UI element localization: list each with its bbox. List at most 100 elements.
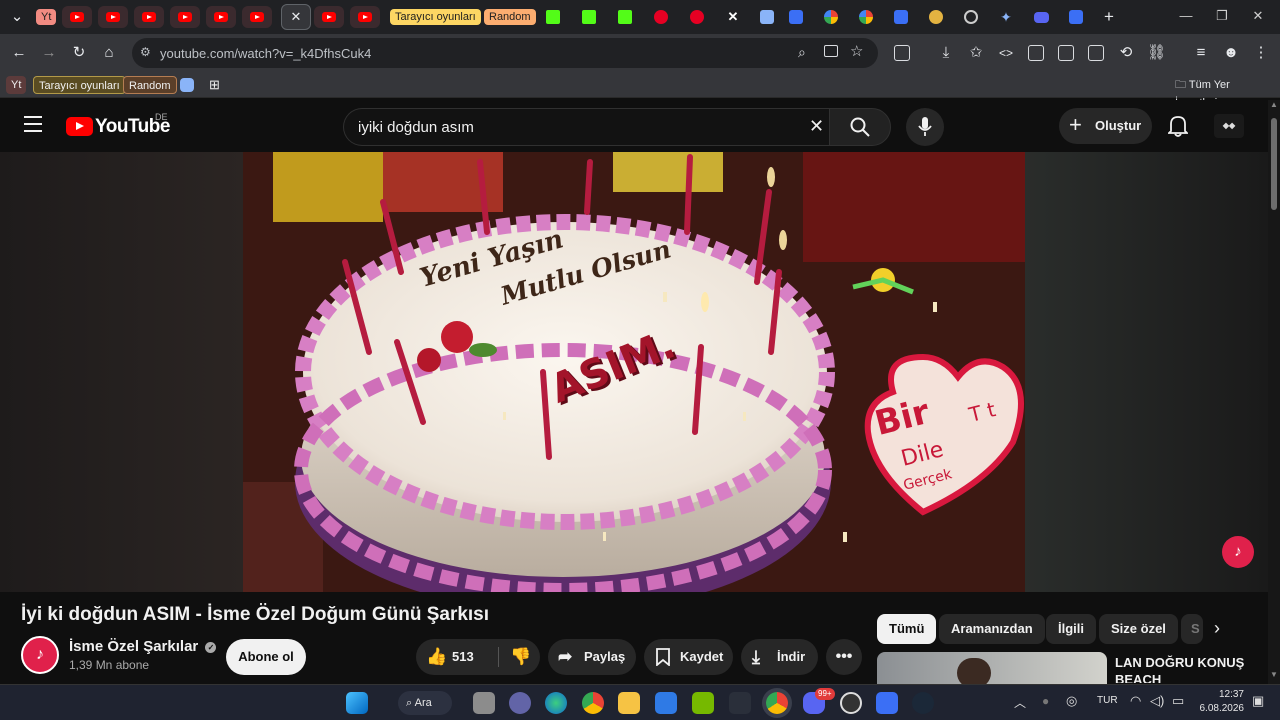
tab-x[interactable]: ✕ bbox=[718, 6, 748, 28]
history-icon[interactable]: ⟲ bbox=[1117, 44, 1135, 62]
back-arrow-icon[interactable]: ← bbox=[10, 44, 28, 62]
zoom-icon[interactable]: ⌕ bbox=[798, 44, 806, 61]
volume-icon[interactable]: ◁) bbox=[1150, 693, 1164, 709]
account-avatar[interactable]: ◆◆ bbox=[1214, 114, 1244, 138]
like-button[interactable]: 👍 513 bbox=[416, 639, 498, 675]
dislike-button[interactable]: 👎 bbox=[500, 639, 540, 675]
all-bookmarks[interactable]: 🗀 Tüm Yer İşaretleri bbox=[1170, 76, 1280, 109]
menu-kebab-icon[interactable]: ⋮ bbox=[1252, 44, 1270, 62]
extensions-icon[interactable] bbox=[894, 45, 910, 61]
close-tab-icon[interactable]: ✕ bbox=[291, 9, 302, 25]
tab-roblox[interactable] bbox=[1061, 6, 1091, 28]
wifi-icon[interactable]: ◠ bbox=[1130, 693, 1141, 709]
voice-search-button[interactable] bbox=[906, 108, 944, 146]
subscribe-button[interactable]: Abone ol bbox=[226, 639, 306, 675]
chip-for-you[interactable]: Size özel bbox=[1099, 614, 1178, 644]
bookmark-random[interactable]: Random bbox=[123, 76, 177, 94]
tab-youtube[interactable] bbox=[134, 6, 164, 28]
tray-chevron-icon[interactable]: ︿ bbox=[1014, 694, 1026, 711]
translate-icon[interactable] bbox=[1028, 45, 1044, 61]
taskbar-search[interactable]: ⌕ Ara bbox=[398, 691, 452, 715]
tab-active-current[interactable]: ✕ bbox=[281, 4, 311, 30]
video-frame[interactable]: Yeni Yaşın Mutlu Olsun ASIM. Bir Dile Ge… bbox=[243, 152, 1025, 592]
tab-gemini[interactable]: ✦ bbox=[991, 6, 1021, 28]
notification-center-icon[interactable]: ▣ bbox=[1252, 693, 1264, 709]
link-icon[interactable]: ⛓ bbox=[1147, 44, 1166, 62]
search-button[interactable] bbox=[829, 108, 891, 146]
save-button[interactable]: Kaydet bbox=[644, 639, 733, 675]
url-text[interactable]: youtube.com/watch?v=_k4DfhsCuk4 bbox=[160, 46, 371, 61]
tab-blank[interactable] bbox=[752, 6, 782, 28]
tab-discord[interactable] bbox=[1026, 6, 1056, 28]
channel-avatar[interactable]: ♪ bbox=[21, 636, 59, 674]
download-button[interactable]: ⤓ İndir bbox=[741, 639, 818, 675]
related-video-thumbnail[interactable] bbox=[877, 652, 1107, 684]
tab-youtube[interactable] bbox=[350, 6, 380, 28]
restore-icon[interactable]: ❐ bbox=[1214, 8, 1230, 24]
tab-site[interactable] bbox=[921, 6, 951, 28]
scroll-down-icon[interactable]: ▼ bbox=[1270, 670, 1278, 679]
bookmark-yt[interactable]: Yt bbox=[6, 76, 27, 94]
tab-kick[interactable] bbox=[610, 6, 640, 28]
hamburger-menu-icon[interactable] bbox=[24, 116, 42, 132]
tab-youtube[interactable] bbox=[170, 6, 200, 28]
tab-youtube[interactable] bbox=[98, 6, 128, 28]
new-tab-plus-icon[interactable]: + bbox=[1100, 8, 1118, 26]
tab-youtube[interactable] bbox=[206, 6, 236, 28]
chips-next-arrow-icon[interactable]: › bbox=[1214, 618, 1220, 639]
tab-kick[interactable] bbox=[538, 6, 568, 28]
obs-icon[interactable] bbox=[840, 692, 862, 714]
tab-search-chevron-icon[interactable]: ⌄ bbox=[8, 8, 26, 26]
app-icon[interactable] bbox=[729, 692, 751, 714]
file-explorer-icon[interactable] bbox=[618, 692, 640, 714]
channel-watermark-icon[interactable]: ♪ bbox=[1222, 536, 1254, 568]
language-indicator[interactable]: TUR bbox=[1097, 695, 1118, 706]
clock[interactable]: 12:37 6.08.2026 bbox=[1198, 688, 1245, 716]
page-scrollbar[interactable]: ▲ ▼ bbox=[1268, 100, 1280, 684]
close-window-icon[interactable]: ✕ bbox=[1250, 8, 1266, 24]
chip-related[interactable]: İlgili bbox=[1046, 614, 1096, 644]
forward-arrow-icon[interactable]: → bbox=[40, 44, 58, 62]
related-video-title[interactable]: LAN DOĞRU KONUŞ BEACH bbox=[1115, 654, 1244, 683]
tab-pinterest[interactable] bbox=[682, 6, 712, 28]
chrome-active-icon[interactable] bbox=[766, 692, 788, 714]
tab-roblox[interactable] bbox=[886, 6, 916, 28]
tab-kick[interactable] bbox=[574, 6, 604, 28]
tab-chatgpt[interactable] bbox=[956, 6, 986, 28]
tab-google[interactable] bbox=[851, 6, 881, 28]
chip-truncated[interactable]: S bbox=[1181, 614, 1203, 644]
apps-grid-icon[interactable]: ⊞ bbox=[204, 76, 225, 94]
home-icon[interactable]: ⌂ bbox=[100, 44, 118, 62]
tab-youtube[interactable] bbox=[314, 6, 344, 28]
chip-all[interactable]: Tümü bbox=[877, 614, 937, 644]
share-button[interactable]: ➦ Paylaş bbox=[548, 639, 636, 675]
tab-group-chip-random[interactable]: Random bbox=[484, 9, 536, 25]
clear-search-icon[interactable]: ✕ bbox=[809, 116, 824, 137]
search-input[interactable] bbox=[343, 108, 829, 146]
tab-youtube[interactable] bbox=[62, 6, 92, 28]
download-icon[interactable]: ⤓ bbox=[937, 44, 955, 62]
address-bar[interactable]: ⚙ youtube.com/watch?v=_k4DfhsCuk4 ⌕ ☆ bbox=[132, 38, 878, 68]
screenshot-icon[interactable] bbox=[1058, 45, 1074, 61]
cast-icon[interactable] bbox=[824, 45, 838, 57]
site-info-icon[interactable]: ⚙ bbox=[140, 45, 151, 59]
tab-group-chip-yt[interactable]: Yt bbox=[36, 9, 57, 25]
reload-icon[interactable]: ↻ bbox=[70, 44, 88, 62]
create-button[interactable]: + Oluştur bbox=[1059, 108, 1152, 144]
bookmark-star-icon[interactable]: ☆ bbox=[850, 42, 863, 60]
video-player[interactable]: Yeni Yaşın Mutlu Olsun ASIM. Bir Dile Ge… bbox=[0, 152, 1268, 592]
channel-name[interactable]: İsme Özel Şarkılar ✓ bbox=[69, 638, 217, 655]
nvidia-icon[interactable] bbox=[692, 692, 714, 714]
code-icon[interactable]: <> bbox=[997, 44, 1015, 62]
roblox-icon[interactable] bbox=[876, 692, 898, 714]
bookmark-page-icon[interactable] bbox=[180, 78, 194, 92]
profile-icon[interactable]: ☻ bbox=[1222, 44, 1240, 62]
tab-pinterest[interactable] bbox=[646, 6, 676, 28]
scroll-up-icon[interactable]: ▲ bbox=[1270, 100, 1278, 109]
windows-start-icon[interactable] bbox=[346, 692, 368, 714]
chrome-icon[interactable] bbox=[582, 692, 604, 714]
more-actions-button[interactable]: ••• bbox=[826, 639, 862, 675]
battery-icon[interactable]: ▭ bbox=[1172, 693, 1184, 709]
location-tray-icon[interactable]: ◎ bbox=[1066, 693, 1077, 709]
tab-google[interactable] bbox=[816, 6, 846, 28]
